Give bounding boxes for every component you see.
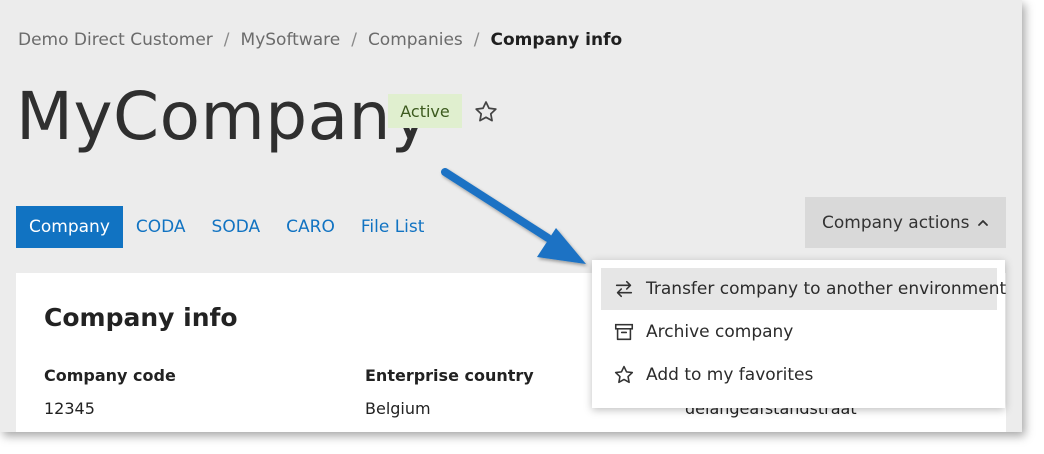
menu-item-archive-company[interactable]: Archive company <box>601 311 997 353</box>
tab-coda[interactable]: CODA <box>123 206 199 248</box>
menu-item-label: Add to my favorites <box>646 365 814 385</box>
breadcrumb-item[interactable]: Demo Direct Customer <box>18 30 213 50</box>
archive-box-icon <box>614 323 634 341</box>
breadcrumb-separator: / <box>223 30 230 50</box>
company-code-value: 12345 <box>44 399 95 418</box>
enterprise-country-label: Enterprise country <box>365 366 534 385</box>
menu-item-transfer-company[interactable]: Transfer company to another environment <box>601 268 1006 310</box>
company-actions-menu: Transfer company to another environment … <box>592 260 1006 408</box>
status-badge: Active <box>388 94 462 128</box>
transfer-arrows-icon <box>615 280 633 298</box>
menu-item-label: Archive company <box>646 322 794 342</box>
company-actions-button[interactable]: Company actions <box>805 197 1006 248</box>
app-window: Demo Direct Customer / MySoftware / Comp… <box>0 0 1022 432</box>
chevron-up-icon <box>978 219 988 226</box>
breadcrumb-separator: / <box>351 30 357 50</box>
enterprise-country-value: Belgium <box>365 399 431 418</box>
company-code-label: Company code <box>44 366 176 385</box>
page-title: MyCompany <box>16 78 431 155</box>
tab-file-list[interactable]: File List <box>348 206 438 248</box>
menu-item-add-favorites[interactable]: Add to my favorites <box>601 354 997 396</box>
tab-soda[interactable]: SODA <box>199 206 274 248</box>
tab-company[interactable]: Company <box>16 206 123 248</box>
menu-item-label: Transfer company to another environment <box>646 279 1007 299</box>
tab-caro[interactable]: CARO <box>273 206 348 248</box>
breadcrumb-separator: / <box>473 30 480 50</box>
breadcrumb-current: Company info <box>490 30 623 50</box>
star-outline-icon <box>614 365 634 384</box>
card-title: Company info <box>44 303 238 332</box>
company-actions-label: Company actions <box>822 212 970 233</box>
breadcrumb-item[interactable]: Companies <box>368 30 463 50</box>
breadcrumb: Demo Direct Customer / MySoftware / Comp… <box>18 30 622 50</box>
tab-bar: Company CODA SODA CARO File List <box>16 206 437 248</box>
breadcrumb-item[interactable]: MySoftware <box>241 30 341 50</box>
star-outline-icon[interactable] <box>473 99 499 125</box>
